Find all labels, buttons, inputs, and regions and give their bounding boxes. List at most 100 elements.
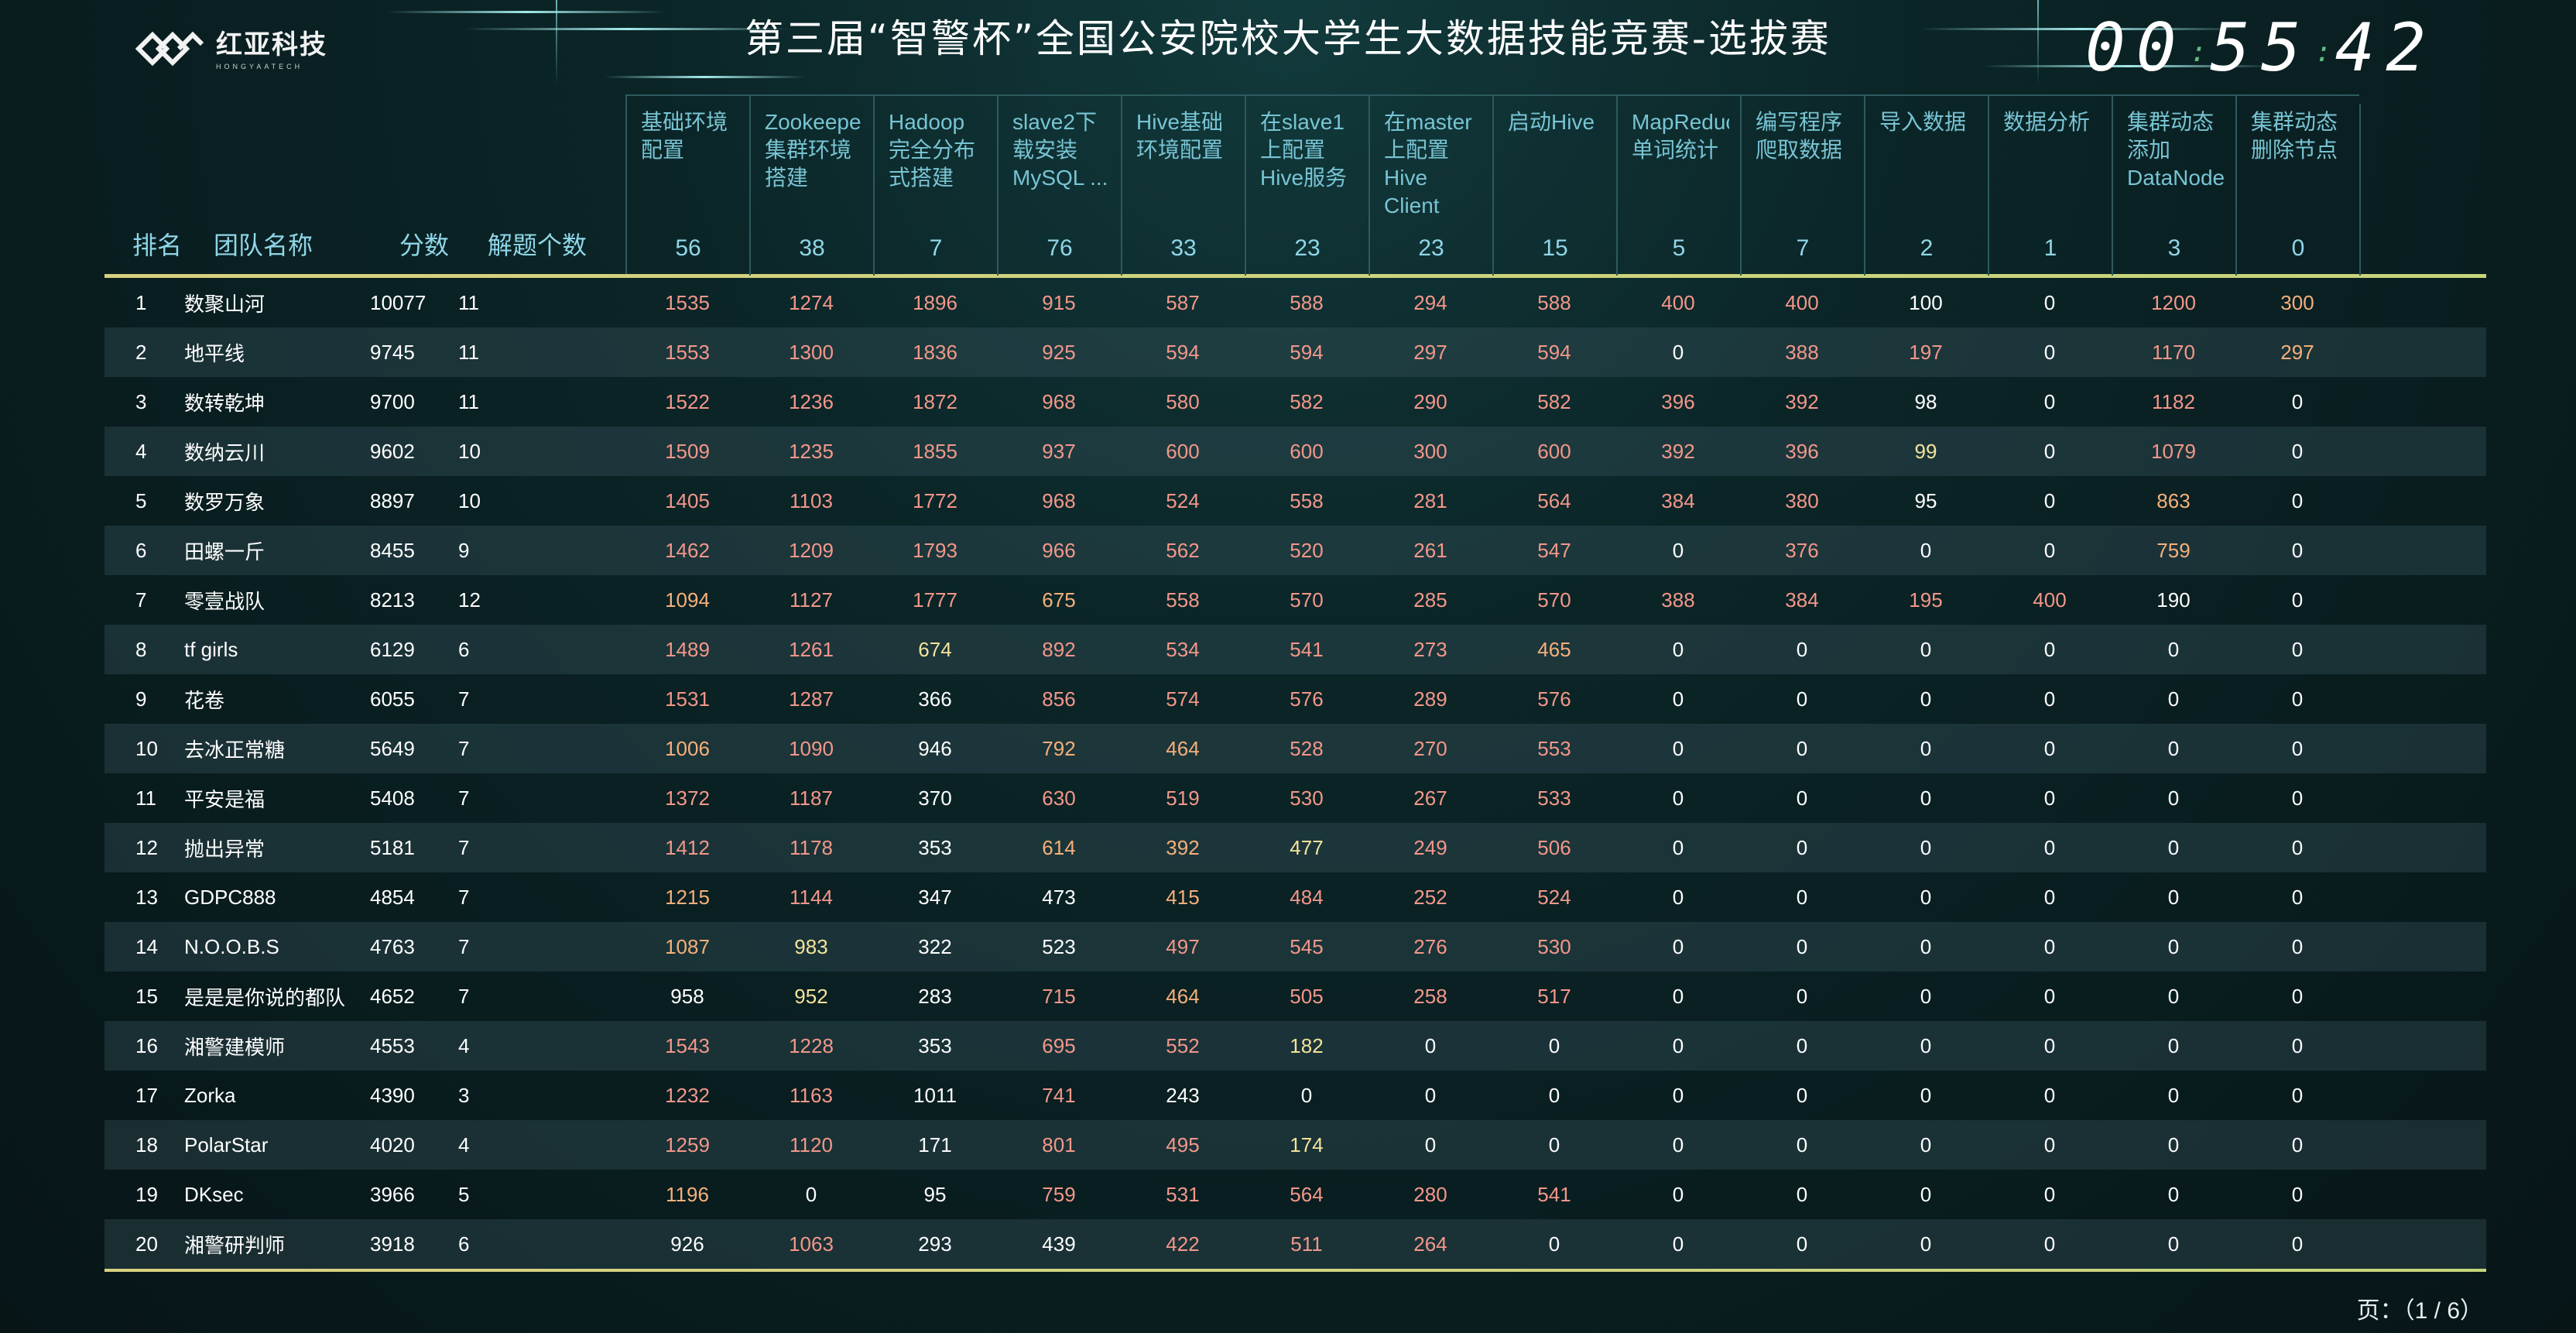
problem-solve-count: 56 xyxy=(675,235,701,261)
solved-count-cell: 7 xyxy=(458,687,470,711)
problem-score-cell: 519 xyxy=(1166,786,1200,810)
problem-score-cell: 530 xyxy=(1537,934,1571,958)
problem-column-header[interactable]: 基础环境配置 56 xyxy=(625,94,751,276)
problem-column-header[interactable]: 在master上配置Hive Client 23 xyxy=(1368,94,1494,276)
score-cell: 10077 xyxy=(370,290,426,314)
problem-score-cell: 600 xyxy=(1166,439,1200,463)
problem-column-header[interactable]: 编写程序爬取数据 7 xyxy=(1740,94,1865,276)
problem-score-cell: 0 xyxy=(2291,687,2304,711)
problem-score-cell: 695 xyxy=(1042,1033,1076,1057)
problem-score-cell: 582 xyxy=(1290,389,1324,413)
problem-column-header[interactable]: 数据分析 1 xyxy=(1988,94,2113,276)
rank-cell: 20 xyxy=(135,1232,158,1256)
problem-score-cell: 1235 xyxy=(789,439,834,463)
problem-score-cell: 0 xyxy=(2167,885,2180,909)
problem-score-cell: 0 xyxy=(2291,835,2304,859)
problem-score-cell: 558 xyxy=(1290,488,1324,512)
solved-count-cell: 7 xyxy=(458,736,470,760)
problem-score-cell: 0 xyxy=(2167,835,2180,859)
rank-cell: 4 xyxy=(135,439,147,463)
problem-score-cell: 0 xyxy=(2043,934,2056,958)
problem-column-header[interactable]: 在slave1上配置Hive服务 23 xyxy=(1245,94,1370,276)
problem-score-cell: 0 xyxy=(2043,290,2056,314)
problem-score-cell: 0 xyxy=(1920,1033,1932,1057)
problem-score-cell: 322 xyxy=(918,934,952,958)
problem-score-cell: 1200 xyxy=(2151,290,2196,314)
team-name-cell: PolarStar xyxy=(184,1133,269,1157)
problem-score-cell: 0 xyxy=(2291,1033,2304,1057)
problem-score-cell: 0 xyxy=(1672,1133,1684,1157)
problem-name: 在slave1上配置Hive服务 xyxy=(1260,110,1348,190)
problem-score-cell: 0 xyxy=(1672,1232,1684,1256)
problem-score-cell: 182 xyxy=(1290,1033,1324,1057)
problem-column-header[interactable]: MapReduce单词统计 5 xyxy=(1616,94,1742,276)
problem-score-cell: 1372 xyxy=(665,786,710,810)
problem-score-cell: 534 xyxy=(1166,637,1200,661)
problem-score-cell: 0 xyxy=(2291,1133,2304,1157)
problem-column-header[interactable]: Zookeeper集群环境搭建 38 xyxy=(749,94,875,276)
problem-score-cell: 0 xyxy=(2043,687,2056,711)
problem-score-cell: 384 xyxy=(1785,588,1819,612)
team-name-cell: 平安是福 xyxy=(184,787,265,811)
problem-score-cell: 741 xyxy=(1042,1083,1076,1107)
problem-score-cell: 0 xyxy=(2043,885,2056,909)
problem-score-cell: 1178 xyxy=(790,835,833,859)
rank-cell: 16 xyxy=(135,1033,158,1057)
problem-score-cell: 0 xyxy=(2043,1033,2056,1057)
problem-score-cell: 1182 xyxy=(2152,389,2195,413)
problem-score-cell: 261 xyxy=(1413,538,1447,562)
problem-score-cell: 0 xyxy=(2291,885,2304,909)
problem-score-cell: 674 xyxy=(918,637,952,661)
problem-column-header[interactable]: 导入数据 2 xyxy=(1864,94,1989,276)
problem-name: Zookeeper集群环境搭建 xyxy=(765,110,862,190)
problem-column-header[interactable]: Hive基础环境配置 33 xyxy=(1121,94,1246,276)
problem-score-cell: 0 xyxy=(2291,1083,2304,1107)
problem-column-header[interactable]: 集群动态删除节点 0 xyxy=(2235,94,2361,276)
problem-score-cell: 614 xyxy=(1042,835,1076,859)
problem-solve-count: 23 xyxy=(1418,235,1444,261)
problem-column-header[interactable]: 启动Hive 15 xyxy=(1492,94,1618,276)
problem-score-cell: 400 xyxy=(1661,290,1695,314)
col-header-rank: 排名 xyxy=(132,231,183,259)
problem-score-cell: 392 xyxy=(1166,835,1200,859)
problem-score-cell: 588 xyxy=(1290,290,1324,314)
problem-score-cell: 552 xyxy=(1166,1033,1200,1057)
solved-count-cell: 11 xyxy=(458,389,479,413)
problem-score-cell: 297 xyxy=(1413,340,1447,364)
problem-score-cell: 570 xyxy=(1537,588,1571,612)
table-row: 9 花卷 6055 7 1531 1287 366 856 574 576 289 576 0 0 0 0 0 0 xyxy=(104,674,2486,724)
problem-score-cell: 353 xyxy=(918,835,952,859)
score-cell: 9602 xyxy=(370,439,415,463)
problem-score-cell: 0 xyxy=(1796,1133,1808,1157)
problem-score-cell: 0 xyxy=(1672,984,1684,1008)
problem-column-header[interactable]: Hadoop完全分布式搭建 7 xyxy=(873,94,999,276)
problem-score-cell: 0 xyxy=(2043,488,2056,512)
problem-score-cell: 0 xyxy=(2167,934,2180,958)
problem-score-cell: 1287 xyxy=(789,687,834,711)
problem-score-cell: 0 xyxy=(1920,1083,1932,1107)
problem-column-header[interactable]: slave2下载安装MySQL ... 76 xyxy=(997,94,1122,276)
problem-score-cell: 1793 xyxy=(913,538,957,562)
problem-score-cell: 249 xyxy=(1413,835,1447,859)
problem-score-cell: 1855 xyxy=(913,439,957,463)
problem-score-cell: 1187 xyxy=(790,786,833,810)
problem-score-cell: 0 xyxy=(2043,637,2056,661)
table-row: 7 零壹战队 8213 12 1094 1127 1777 675 558 570 285 570 38… xyxy=(104,575,2486,625)
solved-count-cell: 3 xyxy=(458,1083,470,1107)
problem-score-cell: 0 xyxy=(1672,736,1684,760)
score-cell: 4652 xyxy=(370,984,415,1008)
problem-column-header[interactable]: 集群动态添加DataNode… 3 xyxy=(2112,94,2237,276)
problem-solve-count: 7 xyxy=(929,235,943,261)
problem-score-cell: 0 xyxy=(1920,1182,1932,1206)
team-name-cell: N.O.O.B.S xyxy=(184,934,279,958)
problem-score-cell: 0 xyxy=(1672,687,1684,711)
problem-score-cell: 293 xyxy=(918,1232,952,1256)
problem-score-cell: 0 xyxy=(1796,1083,1808,1107)
problem-score-cell: 0 xyxy=(1672,340,1684,364)
problem-score-cell: 171 xyxy=(918,1133,952,1157)
score-cell: 9745 xyxy=(370,340,415,364)
solved-count-cell: 7 xyxy=(458,885,470,909)
rank-cell: 17 xyxy=(135,1083,158,1107)
problem-score-cell: 1509 xyxy=(665,439,710,463)
problem-name: Hadoop完全分布式搭建 xyxy=(889,110,976,190)
